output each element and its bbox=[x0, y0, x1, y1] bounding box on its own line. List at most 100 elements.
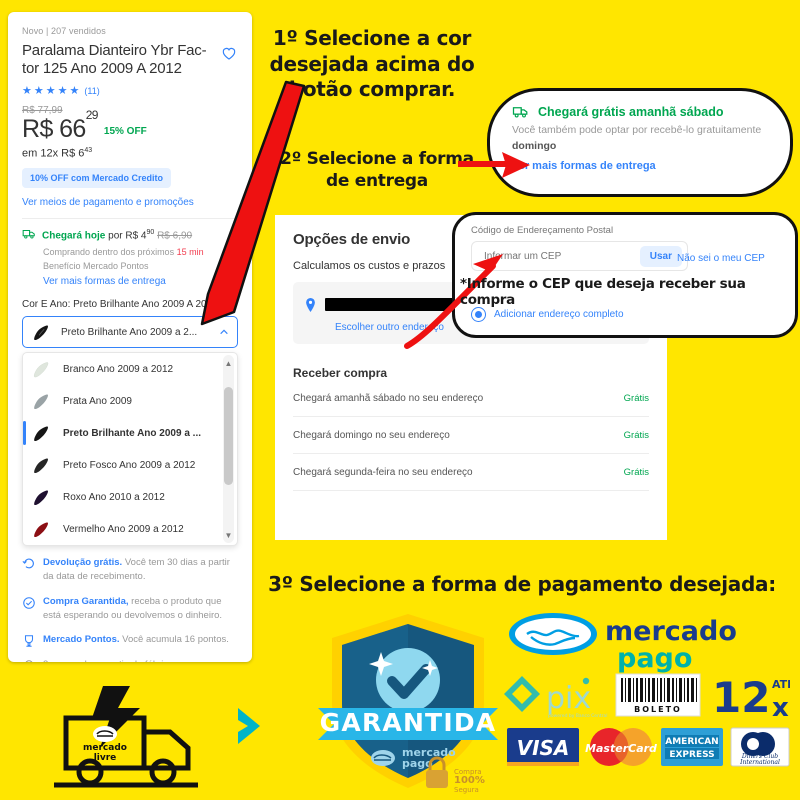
credit-promo-chip[interactable]: 10% OFF com Mercado Credito bbox=[22, 168, 172, 189]
bubble-sub-a: Você também pode optar por recebê-lo gra… bbox=[512, 124, 762, 136]
shipping-countdown-label: Comprando dentro dos próximos bbox=[43, 247, 177, 258]
fender-thumb-icon bbox=[34, 426, 49, 442]
benefit-guarantee: Compra Garantida, receba o produto que e… bbox=[22, 595, 238, 624]
scrollbar-thumb[interactable] bbox=[224, 387, 233, 486]
badge-brand-line2: pago bbox=[402, 757, 433, 770]
fender-thumb-icon bbox=[34, 490, 49, 506]
shipping-cents: 90 bbox=[146, 229, 155, 237]
shipping-headline: Chegará hoje por R$ 490 R$ 6,90 bbox=[42, 228, 192, 244]
dropdown-option[interactable]: Branco Ano 2009 a 2012 bbox=[23, 353, 237, 385]
svg-text:mercado: mercado bbox=[83, 743, 127, 753]
fender-thumb-icon bbox=[34, 522, 49, 538]
mastercard-card: MasterCard bbox=[585, 728, 657, 766]
shipping-option-row[interactable]: Chegará amanhã sábado no seu endereço Gr… bbox=[293, 380, 649, 417]
pix-sub: powered by Banco Central bbox=[548, 713, 608, 719]
scroll-down-icon[interactable]: ▼ bbox=[223, 529, 234, 541]
benefit-points: Mercado Pontos. Você acumula 16 pontos. bbox=[22, 633, 238, 648]
installments-12x: 12 ATÉ x bbox=[712, 673, 790, 720]
benefit-rest: 3 meses de garantia de fábrica. bbox=[43, 659, 176, 662]
dropdown-option[interactable]: Vermelho Ano 2009 a 2012 bbox=[23, 513, 237, 545]
visa-label: VISA bbox=[517, 736, 570, 760]
dropdown-option[interactable]: Preto Fosco Ano 2009 a 2012 bbox=[23, 449, 237, 481]
truck-icon bbox=[512, 107, 528, 118]
shipping-option-label: Chegará amanhã sábado no seu endereço bbox=[293, 393, 484, 404]
cep-label: Código de Endereçamento Postal bbox=[471, 225, 614, 236]
shipping-option-row[interactable]: Chegará domingo no seu endereço Grátis bbox=[293, 417, 649, 454]
pix-logo: pix powered by Banco Central bbox=[504, 676, 608, 719]
dont-know-cep-link[interactable]: Não sei o meu CEP bbox=[677, 253, 765, 264]
shipping-rest: por R$ 4 bbox=[105, 230, 147, 242]
benefit-bold: Mercado Pontos. bbox=[43, 634, 120, 646]
dropdown-option-label: Prata Ano 2009 bbox=[63, 395, 132, 407]
dropdown-option-label: Preto Brilhante Ano 2009 a ... bbox=[63, 427, 202, 439]
pix-label: pix bbox=[546, 681, 591, 716]
fender-thumb-icon bbox=[34, 325, 49, 341]
dropdown-option-label: Branco Ano 2009 a 2012 bbox=[63, 363, 174, 375]
mercado-pago-guarantee-badge: GARANTIDA mercado pago Compra 100% Segur… bbox=[318, 614, 498, 794]
mercado-livre-truck-logo: mercado livre bbox=[54, 686, 260, 788]
boleto-label: BOLETO bbox=[634, 705, 682, 714]
bubble-subtitle: Você também pode optar por recebê-lo gra… bbox=[512, 123, 770, 155]
payment-methods-row-1: pix powered by Banco Central BOLETO 12 A… bbox=[504, 673, 790, 720]
amex-card: AMERICAN EXPRESS bbox=[661, 728, 723, 766]
benefit-text: Devolução grátis. Você tem 30 dias a par… bbox=[43, 556, 238, 585]
bubble-link[interactable]: Ver mais formas de entrega bbox=[512, 160, 770, 172]
heart-icon[interactable] bbox=[220, 44, 238, 62]
benefit-bold: Compra Garantida, bbox=[43, 595, 129, 607]
mp-line2: pago bbox=[617, 643, 692, 674]
mastercard-label: MasterCard bbox=[585, 742, 657, 755]
shield-icon bbox=[23, 596, 35, 609]
page-title: Paralama Dianteiro Ybr Fac- tor 125 Ano … bbox=[22, 42, 207, 79]
card-brands-row: VISA MasterCard AMERICAN EXPRESS Diners … bbox=[507, 727, 790, 767]
dropdown-option-selected[interactable]: Preto Brilhante Ano 2009 a ... bbox=[23, 417, 237, 449]
diners-line2: International bbox=[739, 759, 780, 766]
shipping-option-price: Grátis bbox=[623, 393, 649, 404]
discount-badge: 15% OFF bbox=[103, 125, 147, 137]
annotation-step-3: 3º Selecione a forma de pagamento deseja… bbox=[268, 572, 776, 596]
star-icon: ★ bbox=[33, 84, 44, 97]
location-pin-icon bbox=[306, 298, 315, 312]
star-icon: ★ bbox=[57, 84, 68, 97]
installments-x: x bbox=[772, 693, 789, 720]
benefit-warranty: 3 meses de garantia de fábrica. bbox=[22, 658, 238, 662]
mercado-pago-logo: mercado pago bbox=[509, 613, 737, 674]
annotation-cep-note: *Informe o CEP que deseja receber sua co… bbox=[460, 276, 746, 308]
color-dropdown-list[interactable]: Branco Ano 2009 a 2012 Prata Ano 2009 Pr… bbox=[22, 352, 238, 547]
dropdown-option-label: Vermelho Ano 2009 a 2012 bbox=[63, 523, 184, 535]
dropdown-option[interactable]: Roxo Ano 2010 a 2012 bbox=[23, 481, 237, 513]
trophy-icon bbox=[24, 635, 34, 647]
star-icon: ★ bbox=[69, 84, 80, 97]
add-full-address-row[interactable]: Adicionar endereço completo bbox=[471, 307, 781, 322]
shipping-strong: Chegará hoje bbox=[42, 230, 106, 242]
product-title-line1: Paralama Dianteiro Ybr Fac- bbox=[22, 42, 207, 59]
dropdown-scrollbar[interactable]: ▲ ▼ bbox=[223, 355, 234, 544]
review-count[interactable]: (11) bbox=[84, 86, 99, 96]
benefit-return: Devolução grátis. Você tem 30 dias a par… bbox=[22, 556, 238, 585]
boleto-logo: BOLETO bbox=[615, 673, 701, 717]
shipping-option-price: Grátis bbox=[623, 467, 649, 478]
dropdown-option[interactable]: Prata Ano 2009 bbox=[23, 385, 237, 417]
receive-purchase-title: Receber compra bbox=[293, 366, 388, 380]
red-arrow-to-shipping-link bbox=[458, 152, 530, 178]
shipping-option-row[interactable]: Chegará segunda-feira no seu endereço Gr… bbox=[293, 454, 649, 491]
price-cents: 29 bbox=[85, 107, 99, 122]
guarantee-text: GARANTIDA bbox=[320, 708, 497, 737]
benefit-text: Mercado Pontos. Você acumula 16 pontos. bbox=[43, 633, 229, 647]
star-icon: ★ bbox=[22, 84, 32, 97]
svg-text:livre: livre bbox=[94, 753, 117, 763]
bubble-title: Chegará grátis amanhã sábado bbox=[538, 105, 724, 119]
price-integer: 66 bbox=[59, 114, 86, 143]
seal-line2: 100% bbox=[454, 775, 485, 786]
medal-icon bbox=[25, 660, 33, 662]
star-icon: ★ bbox=[45, 84, 56, 97]
benefit-rest: Você acumula 16 pontos. bbox=[119, 634, 229, 646]
color-select-value: Preto Brilhante Ano 2009 a 2... bbox=[61, 326, 198, 338]
amex-line2: EXPRESS bbox=[669, 750, 714, 760]
installments-ate: ATÉ bbox=[772, 678, 790, 691]
installments-cents: 43 bbox=[84, 146, 93, 154]
installments-number: 12 bbox=[712, 673, 770, 720]
dropdown-option-label: Roxo Ano 2010 a 2012 bbox=[63, 491, 165, 503]
scroll-up-icon[interactable]: ▲ bbox=[223, 357, 234, 369]
use-cep-button[interactable]: Usar bbox=[639, 245, 682, 267]
benefit-text: 3 meses de garantia de fábrica. bbox=[43, 658, 176, 662]
